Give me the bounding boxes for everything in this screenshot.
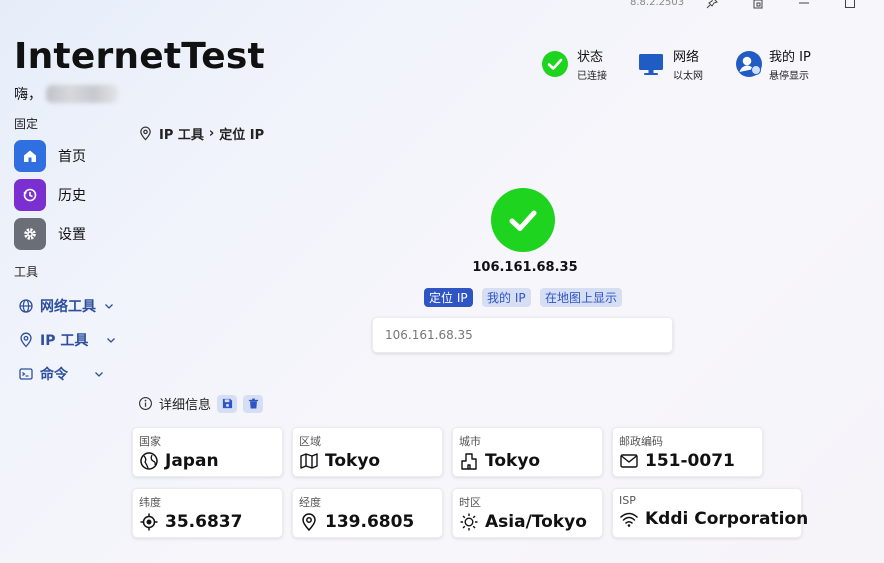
sidebar-item-network-tools[interactable]: 网络工具	[18, 296, 114, 316]
detail-card-postal-code: 邮政编码 151-0071	[612, 427, 763, 477]
delete-details-button[interactable]	[243, 394, 264, 413]
card-value: Tokyo	[485, 451, 541, 471]
tool-item-label: 命令	[40, 367, 68, 383]
detail-card-country: 国家 Japan	[132, 427, 283, 477]
location-pin-icon	[20, 332, 32, 348]
card-label: 纬度	[139, 496, 161, 509]
crosshair-icon	[140, 513, 158, 531]
detail-card-region: 区域 Tokyo	[292, 427, 443, 477]
sidebar-item-label: 设置	[58, 227, 86, 243]
compact-overlay-button[interactable]	[748, 0, 768, 10]
network-title: 网络	[673, 50, 700, 65]
location-pin-icon	[302, 513, 316, 532]
details-header: 详细信息	[138, 394, 264, 413]
breadcrumb-current: 定位 IP	[219, 128, 265, 143]
minimize-icon	[799, 2, 809, 4]
detail-card-longitude: 经度 139.6805	[292, 488, 443, 538]
save-details-button[interactable]	[217, 394, 238, 413]
user-globe-icon	[736, 51, 762, 77]
overlay-icon	[753, 0, 763, 9]
sidebar-item-ip-tools[interactable]: IP 工具	[18, 330, 116, 350]
map-icon	[300, 453, 318, 469]
info-icon	[139, 397, 152, 410]
chevron-down-icon	[95, 372, 103, 377]
terminal-icon	[19, 368, 33, 380]
card-label: 邮政编码	[619, 435, 663, 448]
save-icon	[222, 398, 232, 409]
ip-input[interactable]: 106.161.68.35	[372, 317, 673, 353]
pinned-section-label: 固定	[14, 117, 39, 131]
success-check-icon	[491, 188, 555, 252]
mail-icon	[620, 454, 638, 468]
history-icon	[14, 179, 46, 211]
status-network: 网络 以太网	[637, 46, 703, 82]
pin-window-button[interactable]	[702, 0, 722, 10]
location-pin-icon	[140, 126, 151, 141]
breadcrumb-separator: ›	[208, 126, 215, 141]
home-icon	[14, 140, 46, 172]
show-on-map-button[interactable]: 在地图上显示	[540, 288, 623, 307]
sidebar-item-label: 首页	[58, 149, 86, 165]
blurred-username	[46, 85, 118, 103]
greeting: 嗨，	[14, 84, 118, 104]
globe-icon	[19, 299, 33, 313]
check-circle-icon	[542, 51, 568, 77]
minimize-button[interactable]	[794, 0, 814, 10]
card-value: Asia/Tokyo	[485, 512, 587, 532]
maximize-button[interactable]	[840, 0, 860, 10]
sidebar-item-label: 历史	[58, 188, 86, 204]
status-my-ip[interactable]: 我的 IP 悬停显示	[735, 46, 811, 82]
card-value: Japan	[165, 451, 219, 471]
wifi-icon	[620, 512, 638, 527]
detail-card-isp: ISP Kddi Corporation	[612, 488, 808, 538]
detail-card-latitude: 纬度 35.6837	[132, 488, 283, 538]
status-title: 状态	[577, 50, 604, 65]
my-ip-title: 我的 IP	[769, 50, 811, 65]
greeting-text: 嗨，	[14, 87, 42, 103]
pin-icon	[706, 0, 718, 9]
card-value: Kddi Corporation	[645, 509, 809, 529]
version-label: 8.8.2.2503	[630, 0, 685, 8]
chevron-down-icon	[105, 304, 113, 309]
card-label: 国家	[139, 435, 161, 448]
breadcrumb-root[interactable]: IP 工具	[159, 124, 204, 143]
details-title: 详细信息	[159, 398, 212, 413]
card-label: 城市	[459, 435, 481, 448]
network-subtitle: 以太网	[673, 71, 703, 82]
monitor-icon	[639, 54, 663, 75]
card-label: ISP	[619, 494, 636, 507]
result-ip: 106.161.68.35	[472, 260, 578, 275]
maximize-icon	[845, 0, 855, 8]
card-value: 35.6837	[165, 512, 243, 532]
app-title: InternetTest	[14, 36, 265, 77]
sun-icon	[460, 513, 478, 531]
tool-item-label: 网络工具	[40, 299, 96, 315]
card-label: 时区	[459, 496, 481, 509]
globe-icon	[140, 452, 158, 470]
card-value: 151-0071	[645, 451, 735, 471]
detail-card-timezone: 时区 Asia/Tokyo	[452, 488, 603, 538]
card-label: 区域	[299, 435, 321, 448]
card-value: 139.6805	[325, 512, 415, 532]
my-ip-subtitle: 悬停显示	[769, 71, 809, 82]
sidebar-item-home[interactable]: 首页	[14, 139, 86, 173]
sidebar-item-commands[interactable]: 命令	[18, 364, 104, 384]
city-icon	[461, 453, 477, 470]
breadcrumb: IP 工具 › 定位 IP	[138, 124, 264, 143]
status-connection: 状态 已连接	[541, 46, 607, 82]
gear-icon	[14, 218, 46, 250]
locate-ip-button[interactable]: 定位 IP	[424, 288, 473, 307]
sidebar-item-history[interactable]: 历史	[14, 178, 86, 212]
detail-card-city: 城市 Tokyo	[452, 427, 603, 477]
card-value: Tokyo	[325, 451, 381, 471]
status-subtitle: 已连接	[577, 71, 607, 82]
my-ip-button[interactable]: 我的 IP	[482, 288, 531, 307]
trash-icon	[248, 398, 258, 409]
card-label: 经度	[299, 496, 321, 509]
chevron-down-icon	[107, 338, 116, 343]
sidebar-item-settings[interactable]: 设置	[14, 217, 86, 251]
tool-item-label: IP 工具	[40, 333, 89, 349]
